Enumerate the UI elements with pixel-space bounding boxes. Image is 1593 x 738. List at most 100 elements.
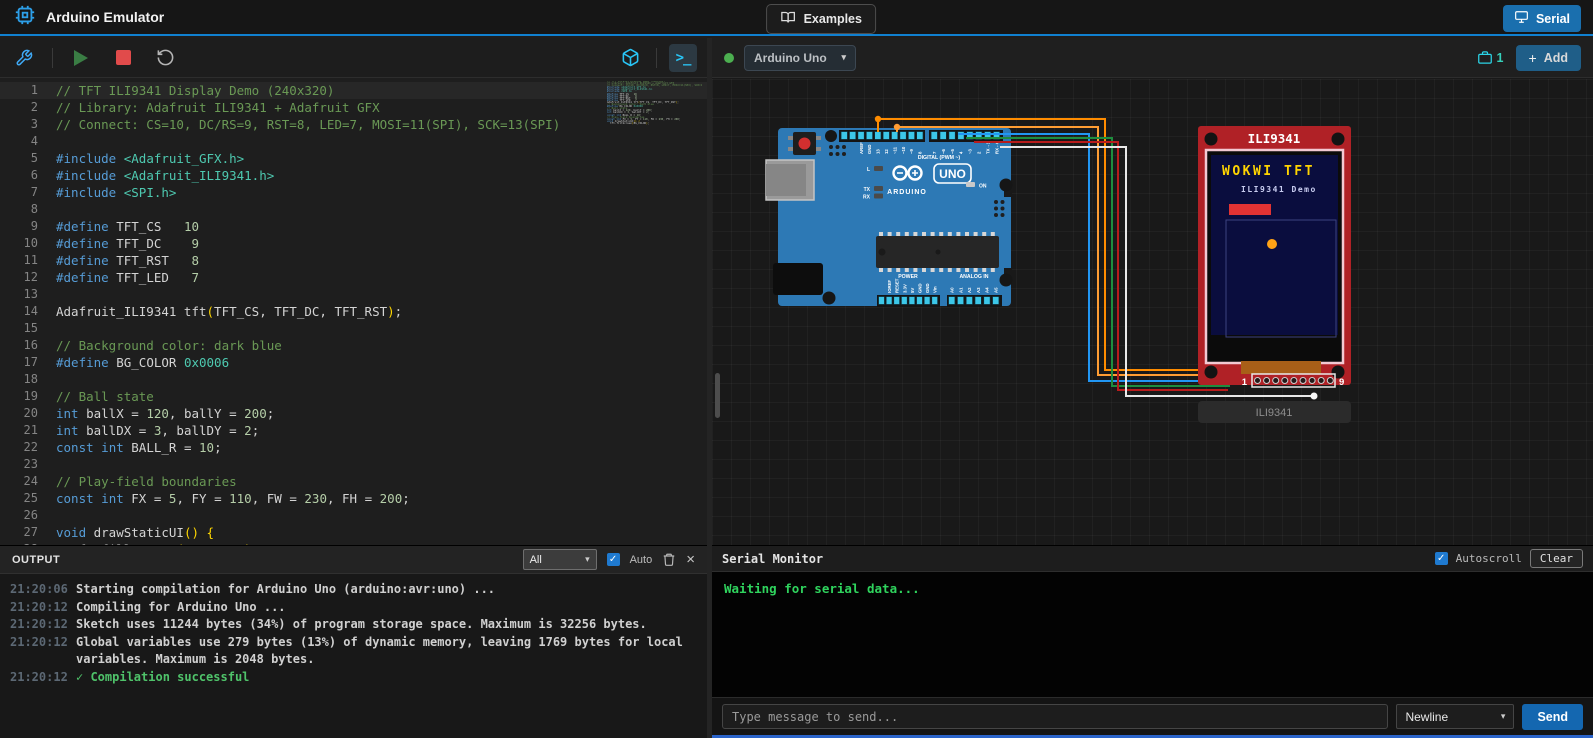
arduino-brand-label: ARDUINO (887, 189, 927, 196)
examples-button[interactable]: Examples (766, 4, 876, 34)
code-line: 1// TFT ILI9341 Display Demo (240x320) (0, 82, 707, 99)
svg-text:5V: 5V (910, 288, 915, 293)
atmega-chip (876, 232, 999, 272)
serial-monitor-panel: Serial Monitor ✓ Autoscroll Clear Waitin… (712, 545, 1593, 738)
code-line: 10#define TFT_DC 9 (0, 235, 707, 252)
code-line: 17#define BG_COLOR 0x0006 (0, 354, 707, 371)
svg-text:RESET: RESET (895, 278, 900, 293)
display-title: ILI9341 (1248, 131, 1301, 146)
code-line: 23 (0, 456, 707, 473)
log-entry: 21:20:12Sketch uses 11244 bytes (34%) of… (10, 616, 697, 634)
code-editor[interactable]: 1// TFT ILI9341 Display Demo (240x320)2/… (0, 79, 707, 545)
ili9341-display-part[interactable]: ILI9341 WOKWI TFT ILI9341 Demo 1 9 (1198, 126, 1351, 423)
code-line: 5#include <Adafruit_GFX.h> (0, 150, 707, 167)
editor-minimap[interactable]: // TFT ILI9341 Display Demo (240x320)// … (607, 81, 702, 281)
svg-text:TX: TX (864, 187, 871, 193)
code-line: 27void drawStaticUI() { (0, 524, 707, 541)
serial-input-row: Newline ▾ Send (712, 697, 1593, 735)
app-title: Arduino Emulator (46, 9, 164, 25)
svg-text:A4: A4 (985, 287, 990, 293)
log-entry: 21:20:12✓ Compilation successful (10, 669, 697, 687)
svg-text:A5: A5 (994, 287, 999, 293)
log-entry: 21:20:06Starting compilation for Arduino… (10, 581, 697, 599)
svg-text:~6: ~6 (941, 148, 946, 154)
uno-label: UNO (939, 167, 966, 181)
code-line: 20int ballX = 120, ballY = 200; (0, 405, 707, 422)
svg-text:~5: ~5 (950, 148, 955, 154)
add-part-button[interactable]: + Add (1516, 45, 1582, 71)
parts-count[interactable]: 1 (1477, 50, 1504, 65)
3d-view-button[interactable] (616, 44, 644, 72)
output-title: OUTPUT (12, 554, 60, 566)
code-line: 13 (0, 286, 707, 303)
part-tooltip: ILI9341 (1198, 401, 1351, 423)
line-ending-value: Newline (1405, 710, 1448, 724)
close-output-icon[interactable]: × (686, 552, 695, 567)
svg-text:RX: RX (863, 195, 871, 201)
arduino-uno-part[interactable]: UNO ARDUINO L TX RX ON DIGITAL (PWM (766, 128, 1013, 307)
code-line: 26 (0, 507, 707, 524)
chip-logo-icon (14, 4, 36, 31)
circuit-canvas[interactable]: UNO ARDUINO L TX RX ON DIGITAL (PWM (712, 79, 1593, 545)
terminal-toggle-button[interactable]: >_ (669, 44, 697, 72)
output-filter-select[interactable]: All ▾ (523, 549, 597, 570)
code-line: 25const int FX = 5, FY = 110, FW = 230, … (0, 490, 707, 507)
code-line: 15 (0, 320, 707, 337)
serial-monitor-title: Serial Monitor (722, 552, 823, 566)
code-line: 21int ballDX = 3, ballDY = 2; (0, 422, 707, 439)
code-line: 19// Ball state (0, 388, 707, 405)
serial-monitor-header: Serial Monitor ✓ Autoscroll Clear (712, 546, 1593, 572)
power-jack (773, 263, 823, 295)
code-line: 22const int BALL_R = 10; (0, 439, 707, 456)
code-line: 7#include <SPI.h> (0, 184, 707, 201)
line-ending-select[interactable]: Newline ▾ (1396, 704, 1514, 729)
chevron-down-icon: ▾ (585, 554, 590, 565)
stop-icon (116, 50, 131, 65)
send-button[interactable]: Send (1522, 704, 1583, 730)
svg-text:~11: ~11 (892, 146, 897, 154)
board-select-value: Arduino Uno (754, 51, 827, 65)
svg-text:GND: GND (925, 283, 930, 293)
code-line: 6#include <Adafruit_ILI9341.h> (0, 167, 707, 184)
toolbar-separator (52, 48, 53, 68)
svg-text:13: 13 (876, 149, 881, 154)
autoscroll-checkbox[interactable]: ✓ (1435, 552, 1448, 565)
serial-message-input[interactable] (722, 704, 1388, 729)
restart-button[interactable] (151, 44, 179, 72)
examples-label: Examples (804, 12, 862, 26)
serial-button-label: Serial (1536, 12, 1570, 26)
code-line: 2// Library: Adafruit ILI9341 + Adafruit… (0, 99, 707, 116)
code-line: 12#define TFT_LED 7 (0, 269, 707, 286)
circuit-svg: UNO ARDUINO L TX RX ON DIGITAL (PWM (712, 79, 1593, 545)
serial-button[interactable]: Serial (1503, 5, 1581, 32)
status-dot (724, 53, 734, 63)
svg-text:GND: GND (867, 144, 872, 154)
code-line: 14Adafruit_ILI9341 tft(TFT_CS, TFT_DC, T… (0, 303, 707, 320)
svg-text:ILI9341: ILI9341 (1256, 407, 1293, 419)
autoscroll-label: Autoscroll (1456, 552, 1522, 565)
monitor-icon (1514, 10, 1529, 27)
svg-text:12: 12 (884, 149, 889, 154)
simulation-column: Arduino Uno ▾ 1 + Add (712, 38, 1593, 738)
screen-title-text: WOKWI TFT (1222, 164, 1315, 179)
code-line: 11#define TFT_RST 8 (0, 252, 707, 269)
auto-scroll-checkbox[interactable]: ✓ (607, 553, 620, 566)
wire-red (974, 142, 1228, 390)
format-wrench-button[interactable] (10, 44, 38, 72)
toolbar-separator (656, 48, 657, 68)
clear-serial-button[interactable]: Clear (1530, 549, 1583, 568)
board-select[interactable]: Arduino Uno ▾ (744, 45, 856, 71)
code-line: 16// Background color: dark blue (0, 337, 707, 354)
stop-button[interactable] (109, 44, 137, 72)
run-button[interactable] (67, 44, 95, 72)
canvas-scrollbar-thumb[interactable] (715, 373, 720, 418)
serial-waiting-text: Waiting for serial data... (724, 581, 920, 596)
chevron-down-icon: ▾ (841, 52, 846, 63)
simulation-toolbar: Arduino Uno ▾ 1 + Add (712, 38, 1593, 78)
terminal-icon: >_ (676, 50, 691, 66)
add-part-label: Add (1544, 51, 1568, 65)
clear-output-trash-icon[interactable] (662, 552, 676, 567)
on-label: ON (979, 184, 987, 190)
svg-text:~3: ~3 (968, 148, 973, 154)
plus-icon: + (1529, 51, 1537, 65)
